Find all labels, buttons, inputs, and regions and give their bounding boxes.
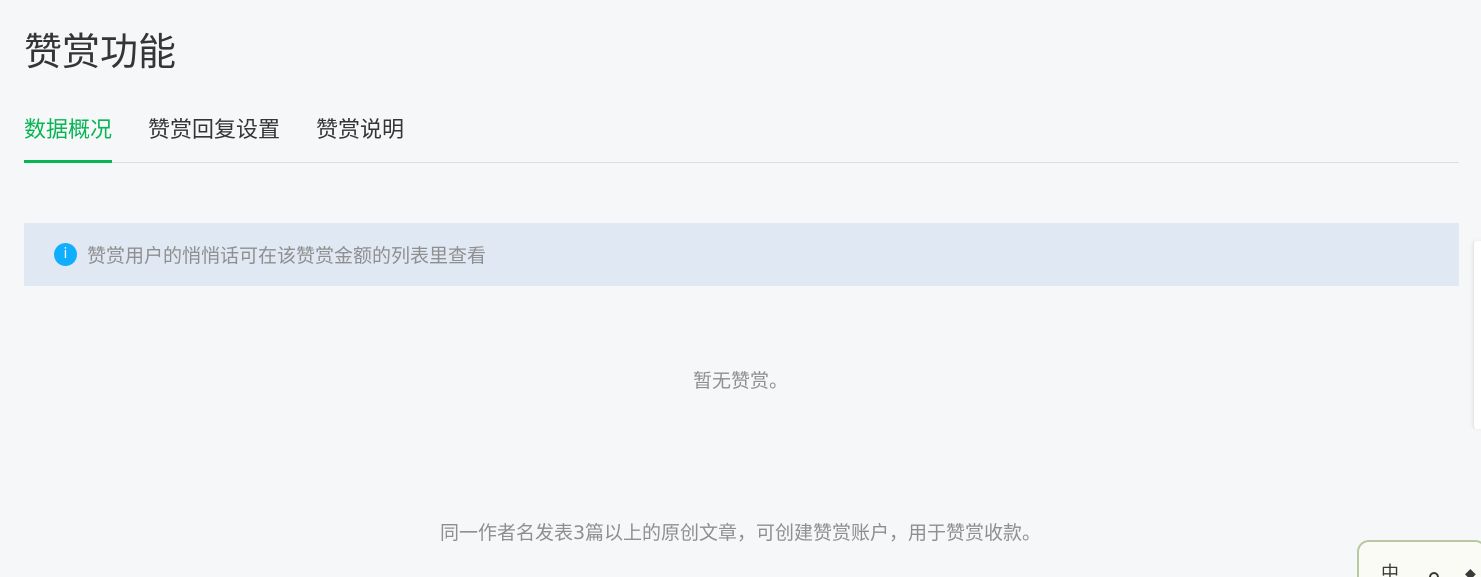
notice-text: 赞赏用户的悄悄话可在该赞赏金额的列表里查看 [87,245,487,267]
empty-state-text: 暂无赞赏。 [692,370,788,392]
ime-skin-icon[interactable]: ◆ [1465,564,1476,577]
info-notice-bar: i 赞赏用户的悄悄话可在该赞赏金额的列表里查看 [24,223,1459,286]
tab-reward-description[interactable]: 赞赏说明 [316,106,404,162]
reward-page: 赞赏功能 数据概况 赞赏回复设置 赞赏说明 i 赞赏用户的悄悄话可在该赞赏金额的… [0,0,1481,577]
tab-reply-settings[interactable]: 赞赏回复设置 [148,106,280,162]
ime-chinese-mode[interactable]: 中 [1381,564,1399,577]
page-title: 赞赏功能 [24,30,177,74]
side-panel-edge[interactable] [1473,241,1481,429]
tab-bar: 数据概况 赞赏回复设置 赞赏说明 [24,106,1459,163]
footer-note: 同一作者名发表3篇以上的原创文章，可创建赞赏账户，用于赞赏收款。 [439,522,1042,544]
ime-toolbar[interactable]: 中 ◆ [1357,540,1481,577]
tab-data-overview[interactable]: 数据概况 [24,106,113,163]
info-icon: i [54,243,77,266]
ime-punctuation-icon[interactable] [1429,572,1439,577]
